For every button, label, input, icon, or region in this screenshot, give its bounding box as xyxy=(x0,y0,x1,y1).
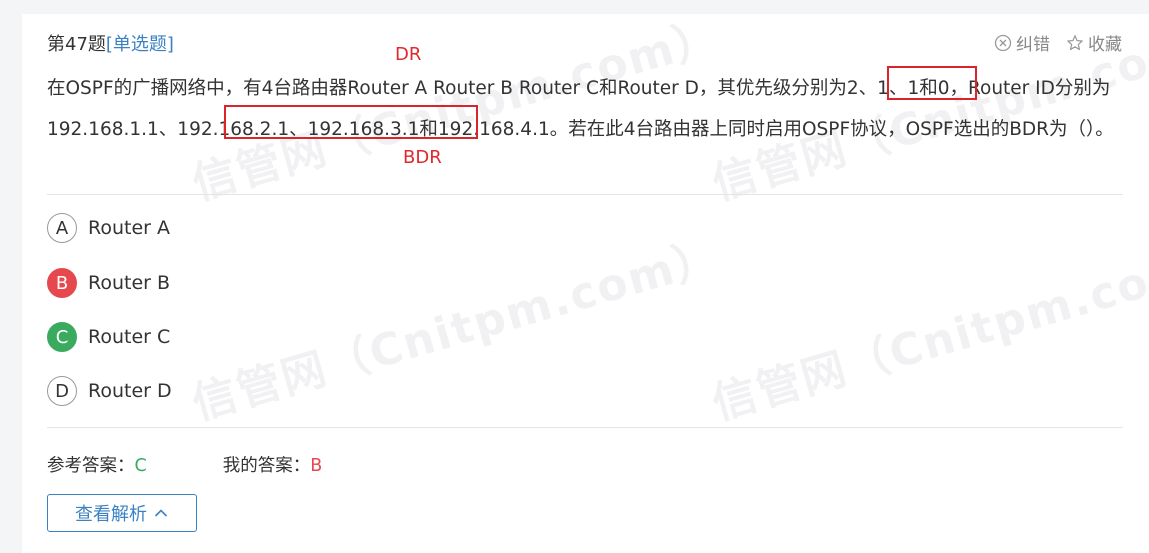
dr-annotation-box xyxy=(887,66,977,100)
chevron-up-icon xyxy=(154,509,168,517)
option-text: Router B xyxy=(88,272,171,294)
my-answer-label: 我的答案： xyxy=(222,456,311,476)
question-card: 信管网（Cnitpm.com） 信管网（Cnitpm.com） 信管网（Cnit… xyxy=(22,11,1149,553)
watermark: 信管网（Cnitpm.com） xyxy=(706,230,1149,431)
option-a[interactable]: A Router A xyxy=(47,213,170,243)
view-analysis-button[interactable]: 查看解析 xyxy=(47,494,197,532)
bdr-annotation-label: BDR xyxy=(403,147,442,168)
answer-summary: 参考答案：C 我的答案：B xyxy=(47,452,322,477)
favorite-label: 收藏 xyxy=(1088,35,1122,55)
reference-answer: 参考答案：C xyxy=(47,452,147,477)
option-letter: D xyxy=(47,376,77,406)
report-error-button[interactable]: 纠错 xyxy=(994,30,1050,55)
view-analysis-label: 查看解析 xyxy=(75,504,147,525)
option-b[interactable]: B Router B xyxy=(47,268,170,298)
option-letter: A xyxy=(47,213,77,243)
option-letter: B xyxy=(47,268,77,298)
favorite-button[interactable]: 收藏 xyxy=(1066,30,1122,55)
close-circle-icon xyxy=(994,34,1012,51)
question-actions: 纠错 收藏 xyxy=(994,30,1122,55)
divider xyxy=(47,427,1123,428)
option-text: Router D xyxy=(88,380,172,402)
bdr-annotation-box xyxy=(224,105,478,139)
watermark: 信管网（Cnitpm.com） xyxy=(186,230,726,431)
option-c[interactable]: C Router C xyxy=(47,322,170,352)
question-type: [单选题] xyxy=(105,34,174,55)
divider xyxy=(47,194,1123,195)
report-error-label: 纠错 xyxy=(1016,35,1050,55)
star-icon xyxy=(1067,34,1083,50)
my-answer-value: B xyxy=(310,456,323,476)
my-answer: 我的答案：B xyxy=(223,452,323,477)
option-text: Router C xyxy=(88,326,171,348)
dr-annotation-label: DR xyxy=(395,44,422,65)
reference-answer-value: C xyxy=(134,456,147,476)
question-header: 第47题[单选题] xyxy=(47,30,174,56)
question-number: 第47题 xyxy=(47,34,106,55)
option-d[interactable]: D Router D xyxy=(47,376,172,406)
option-text: Router A xyxy=(88,217,171,239)
option-letter: C xyxy=(47,322,77,352)
reference-answer-label: 参考答案： xyxy=(47,456,135,476)
